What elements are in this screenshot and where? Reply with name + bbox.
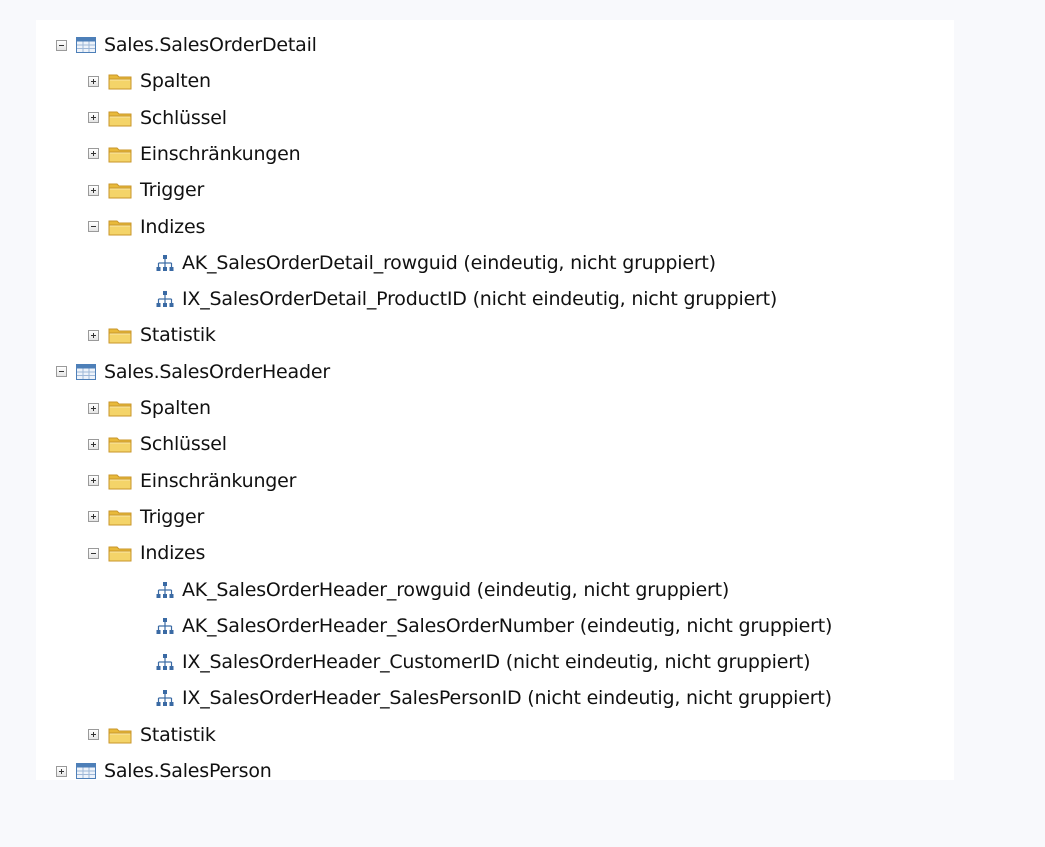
index-icon — [156, 617, 174, 635]
collapse-toggle-icon[interactable] — [88, 221, 99, 232]
tree-node-folder-spalten[interactable]: Spalten — [88, 63, 211, 99]
tree-node-folder-statistik[interactable]: Statistik — [88, 717, 216, 753]
object-explorer-panel: Sales.SalesOrderDetail Spalten Schlüssel Ei… — [36, 20, 954, 782]
tree-node-folder-einschr-nkunger[interactable]: Einschränkunger — [88, 463, 296, 499]
tree-node-label: Sales.SalesPerson — [104, 760, 272, 782]
folder-icon — [108, 218, 132, 236]
table-icon — [76, 37, 96, 53]
table-icon — [76, 763, 96, 779]
tree-node-folder-schl-ssel[interactable]: Schlüssel — [88, 100, 227, 136]
tree-node-label: Indizes — [140, 542, 206, 565]
tree-node-table-sales-salesorderheader[interactable]: Sales.SalesOrderHeader — [56, 354, 330, 390]
tree-node-folder-trigger[interactable]: Trigger — [88, 172, 204, 208]
expand-toggle-icon[interactable] — [88, 475, 99, 487]
tree-node-label: AK_SalesOrderDetail_rowguid (eindeutig, … — [182, 251, 716, 274]
folder-icon — [108, 544, 132, 562]
tree-node-label: Trigger — [140, 179, 205, 202]
index-icon — [156, 290, 174, 308]
tree-node-folder-schl-ssel[interactable]: Schlüssel — [88, 426, 227, 462]
folder-icon — [108, 109, 132, 127]
expand-toggle-icon[interactable] — [56, 765, 67, 777]
index-icon — [156, 254, 174, 272]
folder-icon — [108, 726, 132, 744]
tree-node-label: IX_SalesOrderDetail_ProductID (nicht ein… — [182, 288, 778, 311]
object-explorer-tree: Sales.SalesOrderDetail Spalten Schlüssel Ei… — [36, 20, 954, 782]
tree-node-index-ak-salesorderdetail-rowguid-eindeutig-nicht-gruppiert[interactable]: AK_SalesOrderDetail_rowguid (eindeutig, … — [156, 245, 716, 281]
tree-node-label: IX_SalesOrderHeader_SalesPersonID (nicht… — [182, 687, 832, 710]
tree-node-folder-trigger[interactable]: Trigger — [88, 499, 204, 535]
collapse-toggle-icon[interactable] — [56, 366, 67, 378]
expand-toggle-icon[interactable] — [88, 729, 99, 741]
tree-node-index-ak-salesorderheader-rowguid-eindeutig-nicht-gruppiert[interactable]: AK_SalesOrderHeader_rowguid (eindeutig, … — [156, 572, 729, 608]
index-icon — [156, 689, 174, 707]
tree-node-table-sales-salesorderdetail[interactable]: Sales.SalesOrderDetail — [56, 27, 317, 63]
tree-node-label: Spalten — [140, 70, 211, 93]
collapse-toggle-icon[interactable] — [88, 547, 99, 559]
expand-toggle-icon[interactable] — [88, 438, 99, 450]
expand-toggle-icon[interactable] — [88, 112, 99, 124]
tree-node-index-ix-salesorderdetail-productid-nicht-eindeutig-nicht-gruppiert[interactable]: IX_SalesOrderDetail_ProductID (nicht ein… — [156, 281, 777, 317]
index-icon — [156, 581, 174, 599]
tree-node-table-sales-salesperson[interactable]: Sales.SalesPerson — [56, 753, 272, 789]
tree-node-folder-spalten[interactable]: Spalten — [88, 390, 211, 426]
tree-node-label: Spalten — [140, 397, 211, 419]
tree-node-folder-indizes[interactable]: Indizes — [88, 535, 205, 571]
folder-icon — [108, 435, 132, 453]
folder-icon — [108, 399, 132, 417]
tree-node-label: AK_SalesOrderHeader_SalesOrderNumber (ei… — [182, 614, 833, 637]
tree-node-folder-statistik[interactable]: Statistik — [88, 317, 216, 353]
expand-toggle-icon[interactable] — [88, 511, 99, 523]
expand-toggle-icon[interactable] — [88, 75, 99, 87]
index-icon — [156, 653, 174, 671]
folder-icon — [108, 326, 132, 344]
folder-icon — [108, 472, 132, 490]
tree-node-label: IX_SalesOrderHeader_CustomerID (nicht ei… — [182, 651, 811, 674]
folder-icon — [108, 72, 132, 90]
tree-node-index-ix-salesorderheader-customerid-nicht-eindeutig-nicht-gruppiert[interactable]: IX_SalesOrderHeader_CustomerID (nicht ei… — [156, 644, 810, 680]
tree-node-label: AK_SalesOrderHeader_rowguid (eindeutig, … — [182, 578, 730, 601]
table-icon — [76, 363, 96, 380]
tree-node-index-ix-salesorderheader-salespersonid-nicht-eindeutig-nicht-gruppiert[interactable]: IX_SalesOrderHeader_SalesPersonID (nicht… — [156, 680, 832, 716]
tree-node-label: Einschränkungen — [140, 142, 301, 165]
folder-icon — [108, 508, 132, 526]
tree-node-label: Statistik — [140, 324, 216, 347]
expand-toggle-icon[interactable] — [88, 148, 99, 160]
tree-node-label: Indizes — [140, 215, 206, 238]
tree-node-label: Schlüssel — [140, 106, 227, 129]
folder-icon — [108, 181, 132, 199]
tree-node-label: Einschränkunger — [140, 469, 297, 492]
tree-node-label: Statistik — [140, 723, 216, 746]
tree-node-label: Sales.SalesOrderDetail — [104, 34, 317, 56]
expand-toggle-icon[interactable] — [88, 184, 99, 196]
expand-toggle-icon[interactable] — [88, 402, 99, 414]
tree-node-index-ak-salesorderheader-salesordernumber-eindeutig-nicht-gruppiert[interactable]: AK_SalesOrderHeader_SalesOrderNumber (ei… — [156, 608, 832, 644]
tree-node-folder-indizes[interactable]: Indizes — [88, 209, 205, 245]
tree-node-folder-einschr-nkungen[interactable]: Einschränkungen — [88, 136, 301, 172]
expand-toggle-icon[interactable] — [88, 329, 99, 341]
tree-node-label: Trigger — [140, 505, 205, 528]
tree-node-label: Schlüssel — [140, 433, 227, 456]
tree-node-label: Sales.SalesOrderHeader — [104, 360, 330, 383]
folder-icon — [108, 145, 132, 163]
collapse-toggle-icon[interactable] — [56, 39, 67, 51]
